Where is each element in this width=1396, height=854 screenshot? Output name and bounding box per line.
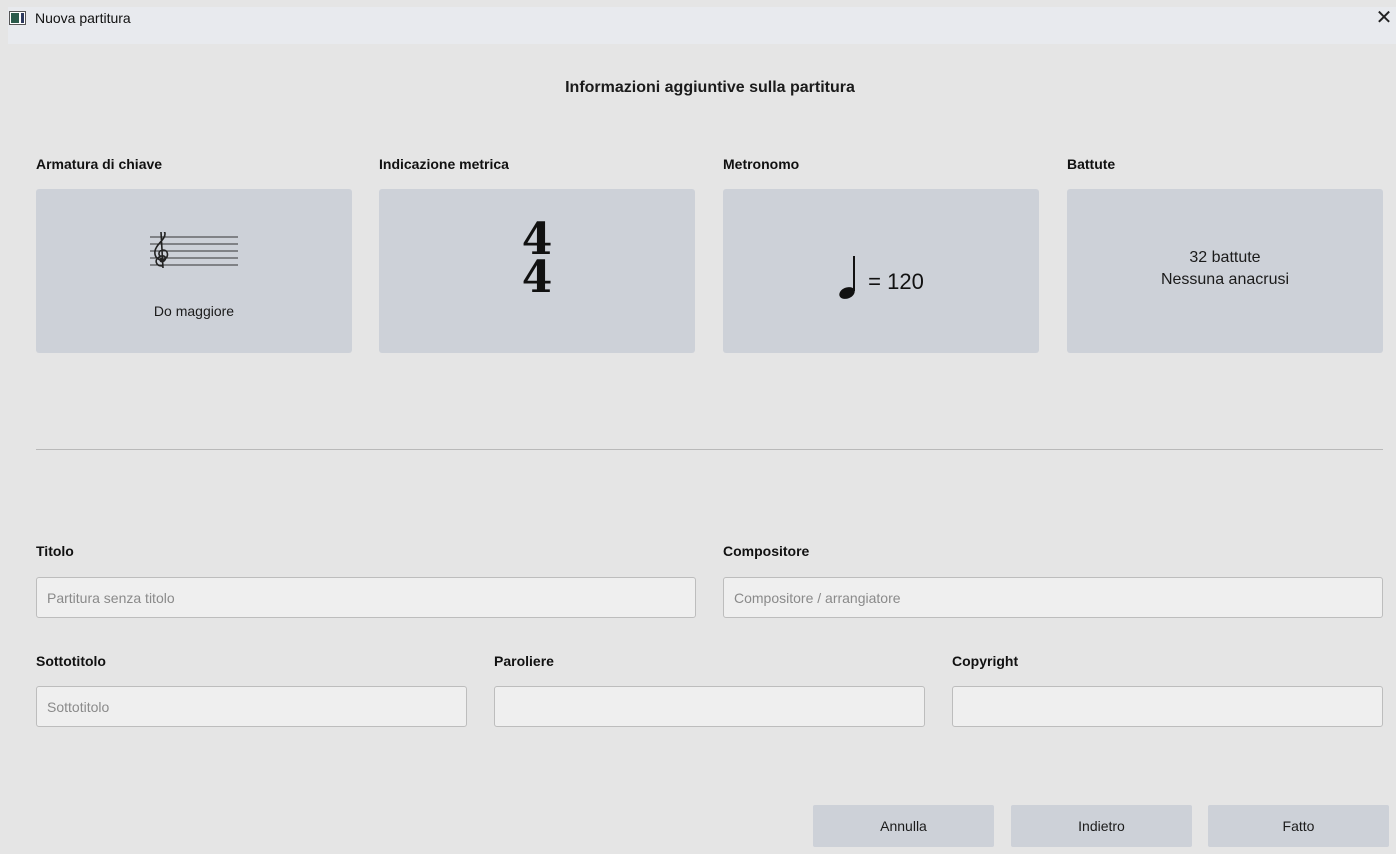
tempo-display: = 120 — [723, 255, 1039, 299]
window-title: Nuova partitura — [35, 10, 131, 26]
page-heading: Informazioni aggiuntive sulla partitura — [565, 79, 855, 96]
measures-card[interactable]: 32 battute Nessuna anacrusi — [1067, 189, 1383, 353]
title-input[interactable] — [36, 577, 696, 618]
quarter-note-icon — [839, 256, 856, 299]
key-signature-value: Do maggiore — [153, 303, 235, 319]
title-label: Titolo — [36, 543, 74, 559]
measures-count: 32 battute — [1189, 249, 1261, 266]
measures-display: 32 battute Nessuna anacrusi — [1067, 247, 1383, 291]
copyright-label: Copyright — [952, 653, 1019, 669]
time-signature-label: Indicazione metrica — [379, 156, 509, 172]
lyricist-input[interactable] — [494, 686, 925, 727]
app-icon — [9, 11, 26, 25]
section-divider — [36, 449, 1383, 450]
metronome-label: Metronomo — [723, 156, 800, 172]
tempo-value: = 120 — [868, 269, 924, 294]
close-icon[interactable]: ✕ — [1372, 6, 1396, 30]
time-signature-denominator: 4 — [521, 252, 553, 303]
key-signature-label: Armatura di chiave — [36, 156, 163, 172]
time-signature-display: 4 4 — [379, 218, 695, 303]
metronome-card[interactable]: = 120 — [723, 189, 1039, 353]
measures-pickup: Nessuna anacrusi — [1160, 271, 1290, 288]
window-titlebar — [8, 7, 1396, 44]
subtitle-label: Sottotitolo — [36, 653, 106, 669]
time-signature-card[interactable]: 4 4 — [379, 189, 695, 353]
subtitle-input[interactable] — [36, 686, 467, 727]
back-button[interactable]: Indietro — [1011, 805, 1192, 847]
done-button[interactable]: Fatto — [1208, 805, 1389, 847]
key-signature-card[interactable]: Do maggiore — [36, 189, 352, 353]
measures-label: Battute — [1067, 156, 1116, 172]
treble-clef-icon — [150, 232, 238, 268]
lyricist-label: Paroliere — [494, 653, 554, 669]
composer-label: Compositore — [723, 543, 810, 559]
composer-input[interactable] — [723, 577, 1383, 618]
cancel-button[interactable]: Annulla — [813, 805, 994, 847]
copyright-input[interactable] — [952, 686, 1383, 727]
